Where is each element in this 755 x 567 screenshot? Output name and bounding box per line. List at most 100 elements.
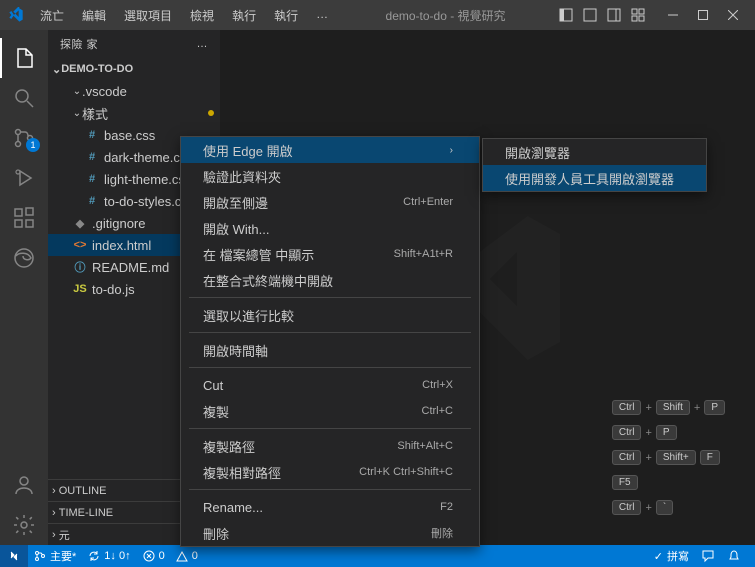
menu-item-shortcut: Ctrl+C	[422, 405, 453, 417]
shortcut-row: Ctrl+P	[612, 425, 677, 440]
menu-item[interactable]: 使用 Edge 開啟›	[181, 137, 479, 163]
key: P	[656, 425, 677, 440]
tree-label: 樣式	[82, 104, 108, 123]
menu-edit[interactable]: 編輯	[74, 3, 114, 28]
file-type-icon: ◆	[72, 217, 88, 230]
tree-item[interactable]: ⌄ 樣式	[48, 102, 220, 124]
menu-item-shortcut: 刪除	[431, 525, 453, 541]
menu-item-shortcut: F2	[440, 501, 453, 513]
sb-remote[interactable]	[0, 545, 28, 567]
chevron-down-icon: ⌄	[72, 86, 82, 97]
menu-item[interactable]: 在 檔案總管 中顯示Shift+A1t+R	[181, 241, 479, 267]
file-type-icon: JS	[72, 283, 88, 295]
context-submenu: 開啟瀏覽器使用開發人員工具開啟瀏覽器	[482, 138, 707, 192]
file-type-icon: #	[84, 129, 100, 141]
menu-item[interactable]: 複製 Ctrl+C	[181, 398, 479, 424]
sb-branch[interactable]: 主要*	[28, 548, 82, 564]
ab-settings[interactable]	[0, 505, 48, 545]
menu-item-label: 複製相對路徑	[203, 463, 281, 482]
context-menu: 使用 Edge 開啟› 驗證此資料夾開啟至側邊Ctrl+Enter開啟 With.…	[180, 136, 480, 547]
key: Ctrl	[612, 425, 642, 440]
sb-feedback-icon[interactable]	[695, 548, 721, 564]
ab-extensions[interactable]	[0, 198, 48, 238]
menu-item-label: Rename...	[203, 500, 263, 515]
menu-item[interactable]: 開啟瀏覽器	[483, 139, 706, 165]
layout-left-icon[interactable]	[555, 4, 577, 26]
menu-item-label: 開啟時間軸	[203, 341, 268, 360]
tree-label: base.css	[104, 128, 155, 143]
maximize-icon[interactable]	[689, 4, 717, 26]
shortcut-hints: Ctrl+Shift+PCtrl+PCtrl+Shift+FF5Ctrl+`	[612, 400, 725, 515]
folder-header[interactable]: ⌄ DEMO-TO-DO	[48, 58, 220, 80]
menu-item[interactable]: 複製路徑 Shift+Alt+C	[181, 433, 479, 459]
vscode-logo-icon	[8, 7, 24, 23]
menu-item-label: Cut	[203, 378, 223, 393]
menu-item[interactable]: Cut Ctrl+X	[181, 372, 479, 398]
menu-item[interactable]: 使用開發人員工具開啟瀏覽器	[483, 165, 706, 191]
menu-file[interactable]: 流亡	[32, 3, 72, 28]
minimize-icon[interactable]	[659, 4, 687, 26]
key: F	[700, 450, 720, 465]
menu-item-label: 驗證此資料夾	[203, 167, 281, 186]
menubar: 流亡 編輯 選取項目 檢視 執行 執行 …	[32, 3, 336, 28]
menu-separator	[189, 489, 471, 490]
menu-item-label: 使用開發人員工具開啟瀏覽器	[505, 169, 674, 188]
menu-item-label: 開啟至側邊	[203, 193, 268, 212]
menu-item[interactable]: 在整合式終端機中開啟	[181, 267, 479, 293]
menu-item[interactable]: 複製相對路徑Ctrl+K Ctrl+Shift+C	[181, 459, 479, 485]
menu-item-label: 選取以進行比較	[203, 306, 294, 325]
ab-account[interactable]	[0, 465, 48, 505]
sb-spellcheck[interactable]: ✓ 拼寫	[648, 548, 695, 564]
menu-item-label: 複製	[203, 402, 229, 421]
menu-more[interactable]: …	[308, 3, 336, 28]
menu-run[interactable]: 執行	[224, 3, 264, 28]
menu-item[interactable]: 刪除刪除	[181, 520, 479, 546]
menu-item[interactable]: 開啟 With...	[181, 215, 479, 241]
ab-debug[interactable]	[0, 158, 48, 198]
menu-item-label: 在 檔案總管 中顯示	[203, 245, 314, 264]
ab-scm[interactable]: 1	[0, 118, 48, 158]
sb-bell-icon[interactable]	[721, 548, 747, 564]
ab-edge[interactable]	[0, 238, 48, 278]
sidebar-title: 探險 家	[60, 36, 98, 52]
sidebar-more-icon[interactable]: …	[197, 38, 209, 50]
key: Shift+	[656, 450, 696, 465]
ab-search[interactable]	[0, 78, 48, 118]
menu-view[interactable]: 檢視	[182, 3, 222, 28]
statusbar: 主要* 1↓ 0↑ 0 0 ✓ 拼寫	[0, 545, 755, 567]
sb-sync[interactable]: 1↓ 0↑	[82, 550, 136, 562]
tree-label: index.html	[92, 238, 151, 253]
sb-errors[interactable]: 0 0	[137, 550, 204, 562]
folder-name: DEMO-TO-DO	[61, 63, 133, 75]
menu-item[interactable]: Rename... F2	[181, 494, 479, 520]
tree-label: .gitignore	[92, 216, 145, 231]
menu-item[interactable]: 開啟時間軸	[181, 337, 479, 363]
tree-item[interactable]: ⌄ .vscode	[48, 80, 220, 102]
ab-explorer[interactable]	[0, 38, 48, 78]
menu-item[interactable]: 驗證此資料夾	[181, 163, 479, 189]
menu-item-label: 複製路徑	[203, 437, 255, 456]
window-title: demo-to-do - 視覺研究	[336, 7, 555, 24]
close-icon[interactable]	[719, 4, 747, 26]
tree-label: to-do.js	[92, 282, 135, 297]
titlebar: 流亡 編輯 選取項目 檢視 執行 執行 … demo-to-do - 視覺研究	[0, 0, 755, 30]
menu-selection[interactable]: 選取項目	[116, 3, 180, 28]
key: P	[704, 400, 725, 415]
menu-item-label: 使用 Edge 開啟	[203, 141, 293, 160]
menu-item-label: 開啟瀏覽器	[505, 143, 570, 162]
layout-customize-icon[interactable]	[627, 4, 649, 26]
layout-right-icon[interactable]	[603, 4, 625, 26]
key: Ctrl	[612, 500, 642, 515]
menu-item[interactable]: 開啟至側邊Ctrl+Enter	[181, 189, 479, 215]
menu-run2[interactable]: 執行	[266, 3, 306, 28]
menu-separator	[189, 297, 471, 298]
layout-bottom-icon[interactable]	[579, 4, 601, 26]
menu-item[interactable]: 選取以進行比較	[181, 302, 479, 328]
menu-separator	[189, 332, 471, 333]
menu-separator	[189, 428, 471, 429]
menu-item-shortcut: Ctrl+X	[422, 379, 453, 391]
menu-separator	[189, 367, 471, 368]
chevron-down-icon: ⌄	[72, 108, 82, 119]
key: Ctrl	[612, 450, 642, 465]
menu-item-shortcut: Shift+Alt+C	[397, 440, 453, 452]
